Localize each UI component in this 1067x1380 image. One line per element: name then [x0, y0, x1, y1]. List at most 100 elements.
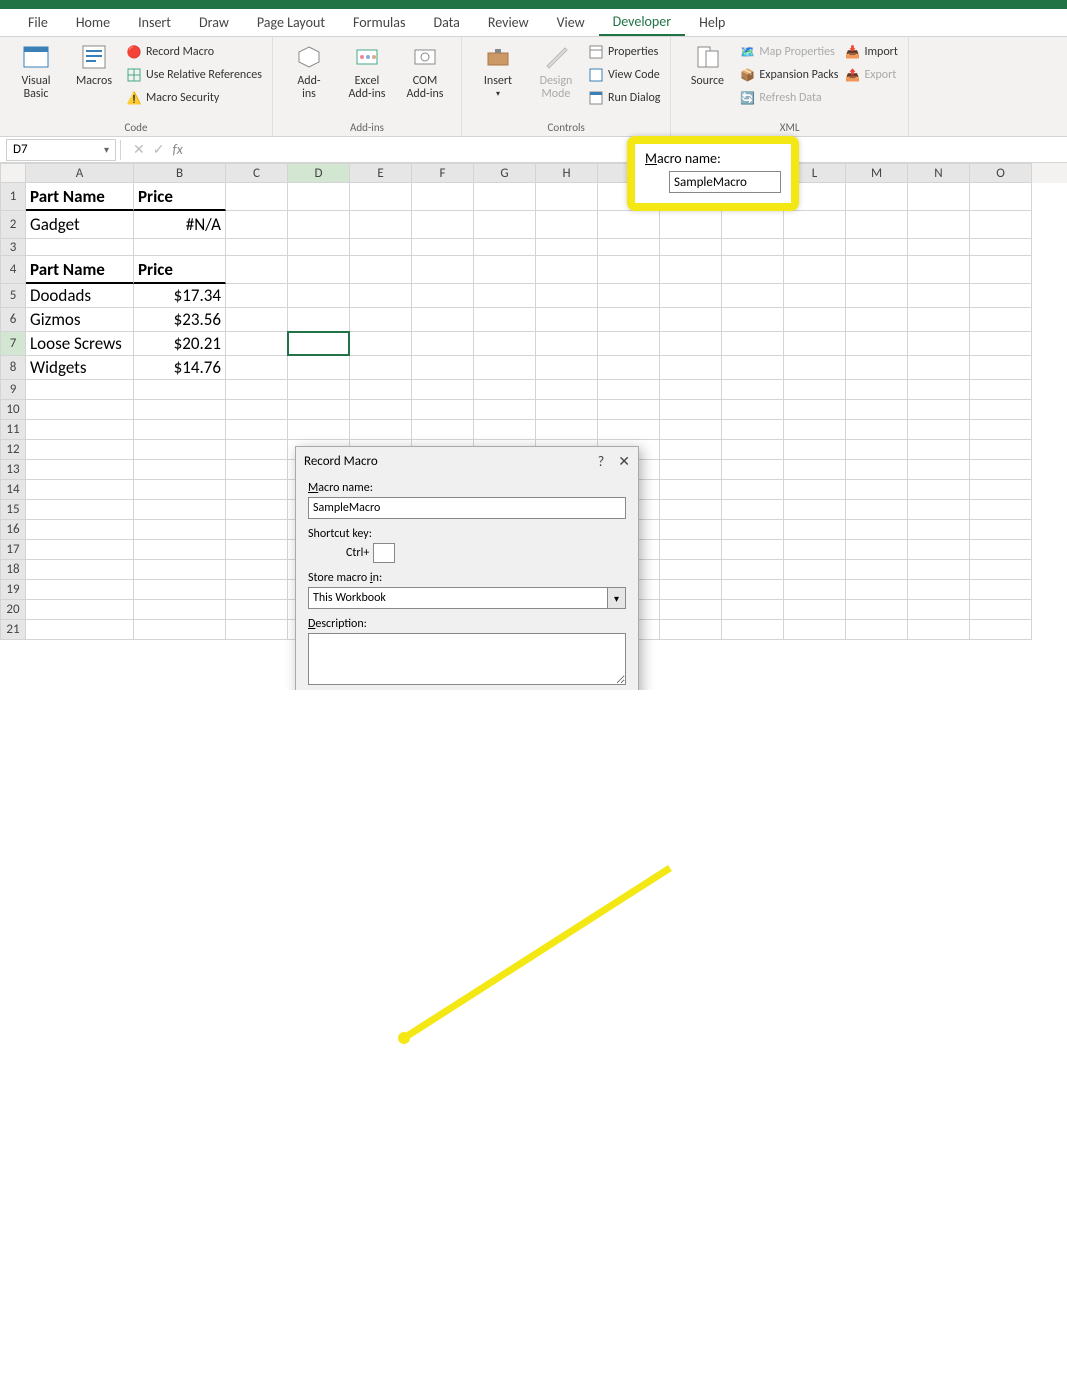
- refresh-data-button[interactable]: 🔄Refresh Data: [739, 87, 838, 109]
- row-header-15[interactable]: 15: [0, 500, 26, 520]
- cell[interactable]: [226, 400, 288, 420]
- cell[interactable]: [784, 540, 846, 560]
- import-button[interactable]: 📥Import: [844, 41, 897, 63]
- cell[interactable]: [536, 420, 598, 440]
- tab-data[interactable]: Data: [419, 9, 473, 36]
- cell[interactable]: [226, 440, 288, 460]
- cell[interactable]: [660, 239, 722, 256]
- cell[interactable]: [846, 440, 908, 460]
- cell[interactable]: [350, 332, 412, 356]
- view-code-button[interactable]: View Code: [588, 64, 660, 86]
- tab-review[interactable]: Review: [474, 9, 543, 36]
- cell[interactable]: [970, 560, 1032, 580]
- cell[interactable]: [722, 256, 784, 284]
- cell[interactable]: [970, 256, 1032, 284]
- cell-data[interactable]: #N/A: [134, 211, 226, 239]
- col-header-G[interactable]: G: [474, 163, 536, 183]
- tab-help[interactable]: Help: [685, 9, 739, 36]
- row-header-5[interactable]: 5: [0, 284, 26, 308]
- row-header-10[interactable]: 10: [0, 400, 26, 420]
- cell[interactable]: [722, 356, 784, 380]
- cell[interactable]: [412, 356, 474, 380]
- cell[interactable]: [970, 332, 1032, 356]
- visual-basic-button[interactable]: Visual Basic: [10, 41, 62, 101]
- cell[interactable]: [908, 308, 970, 332]
- cell[interactable]: [288, 284, 350, 308]
- cell[interactable]: [134, 580, 226, 600]
- cell[interactable]: [970, 239, 1032, 256]
- cell[interactable]: [908, 239, 970, 256]
- cell[interactable]: [134, 239, 226, 256]
- com-addins-button[interactable]: COM Add-ins: [399, 41, 451, 101]
- cell[interactable]: [846, 600, 908, 620]
- cell[interactable]: [474, 239, 536, 256]
- spreadsheet[interactable]: ABCDEFGHIJKLMNO 123456789101112131415161…: [0, 163, 1067, 690]
- cell[interactable]: [784, 284, 846, 308]
- cell[interactable]: [784, 620, 846, 640]
- cell[interactable]: [412, 308, 474, 332]
- cell[interactable]: [970, 308, 1032, 332]
- cell[interactable]: [722, 520, 784, 540]
- export-button[interactable]: 📤Export: [844, 64, 897, 86]
- cell[interactable]: [660, 332, 722, 356]
- cell[interactable]: [26, 520, 134, 540]
- tab-draw[interactable]: Draw: [185, 9, 243, 36]
- cell[interactable]: [908, 380, 970, 400]
- cell[interactable]: [536, 356, 598, 380]
- cell[interactable]: [412, 183, 474, 211]
- row-header-7[interactable]: 7: [0, 332, 26, 356]
- description-input[interactable]: [308, 633, 626, 685]
- cell[interactable]: [26, 239, 134, 256]
- cell[interactable]: [134, 480, 226, 500]
- cell[interactable]: [722, 440, 784, 460]
- cell[interactable]: [536, 256, 598, 284]
- cell[interactable]: [784, 440, 846, 460]
- tab-view[interactable]: View: [543, 9, 599, 36]
- cell[interactable]: [474, 256, 536, 284]
- row-header-20[interactable]: 20: [0, 600, 26, 620]
- cell[interactable]: [660, 284, 722, 308]
- cell[interactable]: [846, 308, 908, 332]
- cell[interactable]: [350, 420, 412, 440]
- row-header-6[interactable]: 6: [0, 308, 26, 332]
- cell[interactable]: [784, 420, 846, 440]
- cell[interactable]: [226, 256, 288, 284]
- col-header-A[interactable]: A: [26, 163, 134, 183]
- cell[interactable]: [660, 620, 722, 640]
- cell[interactable]: [846, 560, 908, 580]
- cell-data[interactable]: Price: [134, 256, 226, 284]
- cell[interactable]: [908, 520, 970, 540]
- cell[interactable]: [474, 308, 536, 332]
- cell[interactable]: [660, 400, 722, 420]
- row-header-17[interactable]: 17: [0, 540, 26, 560]
- cell[interactable]: [970, 211, 1032, 239]
- cell-data[interactable]: Gizmos: [26, 308, 134, 332]
- cell[interactable]: [598, 420, 660, 440]
- col-header-D[interactable]: D: [288, 163, 350, 183]
- cell[interactable]: [536, 380, 598, 400]
- cell[interactable]: [288, 211, 350, 239]
- cell[interactable]: [598, 356, 660, 380]
- cell-data[interactable]: $14.76: [134, 356, 226, 380]
- cell[interactable]: [26, 460, 134, 480]
- cell[interactable]: [134, 400, 226, 420]
- cell[interactable]: [908, 480, 970, 500]
- cell[interactable]: [970, 380, 1032, 400]
- cell[interactable]: [722, 420, 784, 440]
- cell[interactable]: [226, 380, 288, 400]
- cell[interactable]: [412, 380, 474, 400]
- row-header-8[interactable]: 8: [0, 356, 26, 380]
- cell[interactable]: [908, 400, 970, 420]
- cell[interactable]: [134, 460, 226, 480]
- cell[interactable]: [350, 239, 412, 256]
- cell[interactable]: [288, 239, 350, 256]
- close-icon[interactable]: ✕: [618, 453, 630, 470]
- cell[interactable]: [134, 420, 226, 440]
- cell[interactable]: [26, 380, 134, 400]
- row-header-19[interactable]: 19: [0, 580, 26, 600]
- cell[interactable]: [350, 308, 412, 332]
- cell[interactable]: [660, 308, 722, 332]
- row-header-4[interactable]: 4: [0, 256, 26, 284]
- record-macro-button[interactable]: 🔴Record Macro: [126, 41, 262, 63]
- cell[interactable]: [846, 332, 908, 356]
